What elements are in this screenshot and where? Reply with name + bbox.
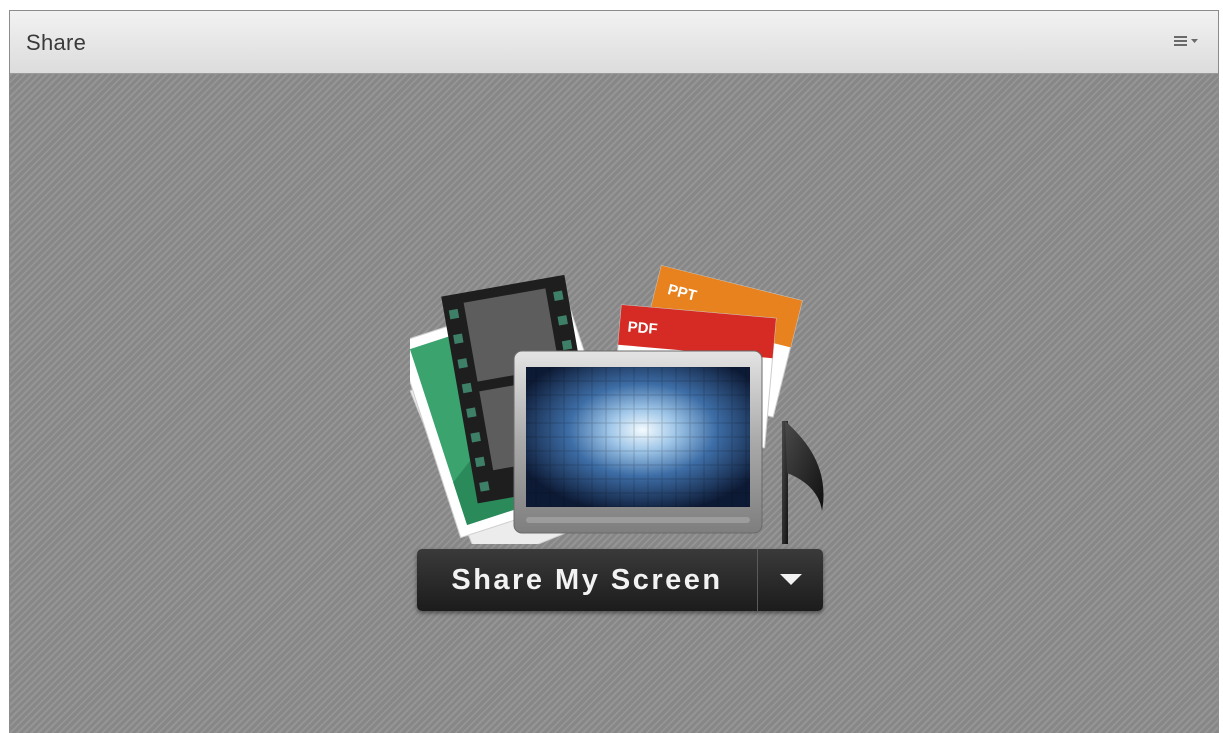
share-content-illustration: PPT PDF: [410, 265, 824, 544]
share-options-dropdown-button[interactable]: [758, 549, 823, 611]
share-stage: PPT PDF Share My Screen: [10, 74, 1218, 733]
pod-title-bar: Share: [10, 11, 1218, 74]
pod-options-button[interactable]: [1170, 31, 1204, 53]
share-my-screen-split-button: Share My Screen: [417, 549, 823, 611]
share-my-screen-button[interactable]: Share My Screen: [417, 549, 757, 611]
options-menu-icon: [1174, 36, 1198, 46]
triangle-down-icon: [779, 574, 802, 585]
pod-title: Share: [26, 30, 87, 55]
pdf-label: PDF: [627, 319, 658, 339]
share-pod: Share PPT PDF Share My Screen: [9, 10, 1219, 733]
